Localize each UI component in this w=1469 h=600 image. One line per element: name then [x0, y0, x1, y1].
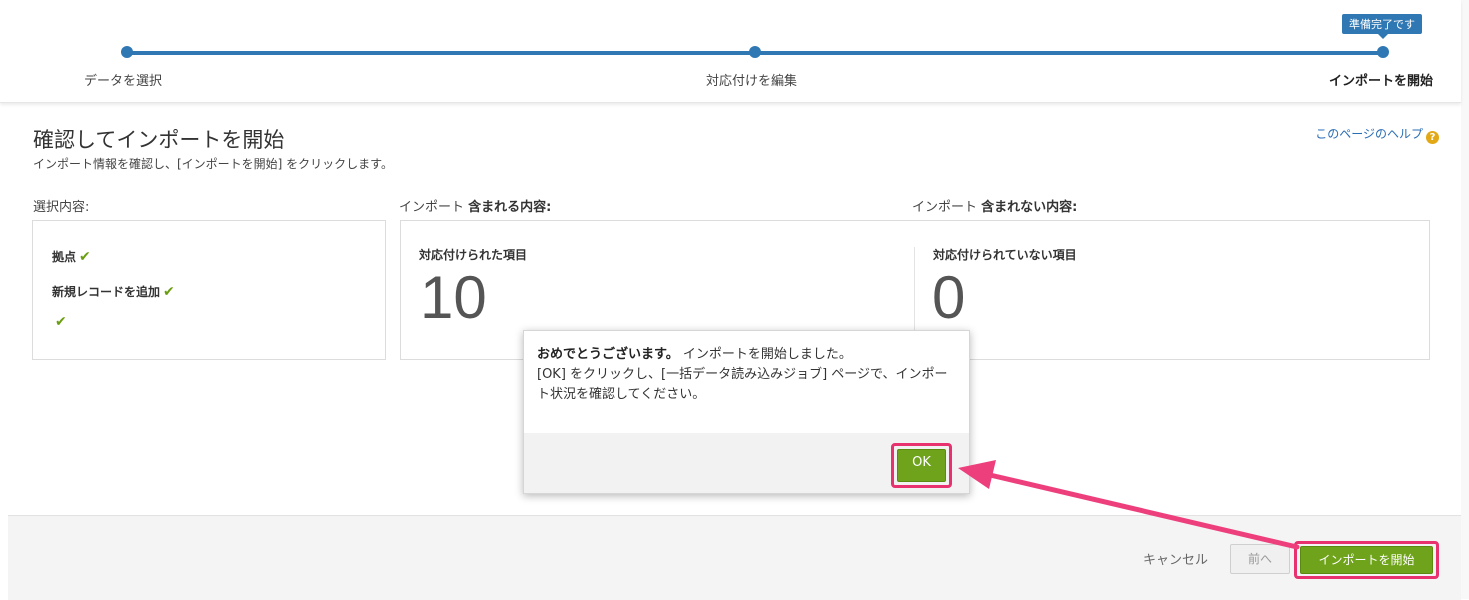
success-dialog: おめでとうございます。 インポートを開始しました。 [OK] をクリックし、[一… — [523, 330, 970, 494]
page-subtitle: インポート情報を確認し、[インポートを開始] をクリックします。 — [33, 157, 393, 171]
selection-item-label: 新規レコードを追加 — [52, 285, 161, 299]
cancel-link[interactable]: キャンセル — [1143, 549, 1208, 568]
unmapped-fields-label: 対応付けられていない項目 — [933, 248, 1077, 262]
step-dot-3 — [1377, 46, 1389, 58]
included-heading: インポート 含まれる内容: — [399, 196, 551, 215]
mapped-fields-label: 対応付けられた項目 — [419, 248, 528, 262]
selection-heading: 選択内容: — [33, 200, 90, 215]
dialog-message-line2: [OK] をクリックし、[一括データ読み込みジョブ] ページで、インポート状況を… — [537, 367, 948, 402]
step-label-edit-mapping: 対応付けを編集 — [706, 74, 798, 89]
step-dot-2 — [749, 46, 761, 58]
selection-item-action: 新規レコードを追加 ✔ — [52, 283, 175, 300]
dialog-message-line1: インポートを開始しました。 — [682, 347, 852, 362]
selection-item-extra: ✔ — [52, 314, 67, 330]
checkmark-icon: ✔ — [79, 249, 91, 265]
page-title: 確認してインポートを開始 — [33, 128, 285, 152]
start-import-highlight: インポートを開始 — [1294, 541, 1439, 579]
dialog-message: おめでとうございます。 インポートを開始しました。 [OK] をクリックし、[一… — [537, 345, 957, 405]
selection-item-label: 拠点 — [52, 250, 77, 264]
selection-item-object: 拠点 ✔ — [52, 248, 91, 265]
ready-badge: 準備完了です — [1342, 14, 1422, 39]
start-import-button[interactable]: インポートを開始 — [1300, 546, 1433, 574]
help-link-label[interactable]: このページのヘルプ — [1315, 127, 1423, 141]
step-label-start-import: インポートを開始 — [1328, 74, 1433, 89]
checkmark-icon: ✔ — [55, 314, 67, 330]
help-icon[interactable]: ? — [1426, 131, 1439, 144]
mapped-fields-count: 10 — [420, 264, 487, 331]
unmapped-fields-count: 0 — [932, 264, 966, 331]
included-heading-prefix: インポート — [399, 200, 465, 215]
excluded-heading: インポート 含まれない内容: — [912, 196, 1077, 215]
excluded-heading-bold: 含まれない内容: — [981, 200, 1078, 215]
dialog-message-bold: おめでとうございます。 — [537, 347, 679, 362]
ok-highlight: OK — [891, 443, 952, 488]
checkmark-icon: ✔ — [163, 284, 175, 300]
previous-button[interactable]: 前へ — [1230, 544, 1290, 574]
progress-stepper: 準備完了です データを選択 対応付けを編集 インポートを開始 — [0, 0, 1461, 103]
included-heading-bold: 含まれる内容: — [468, 200, 552, 215]
excluded-heading-prefix: インポート — [912, 200, 978, 215]
ok-button[interactable]: OK — [897, 449, 946, 482]
scrollbar[interactable] — [1461, 0, 1469, 599]
step-label-select-data: データを選択 — [84, 74, 163, 89]
help-link[interactable]: このページのヘルプ? — [1315, 125, 1439, 144]
step-dot-1 — [121, 46, 133, 58]
